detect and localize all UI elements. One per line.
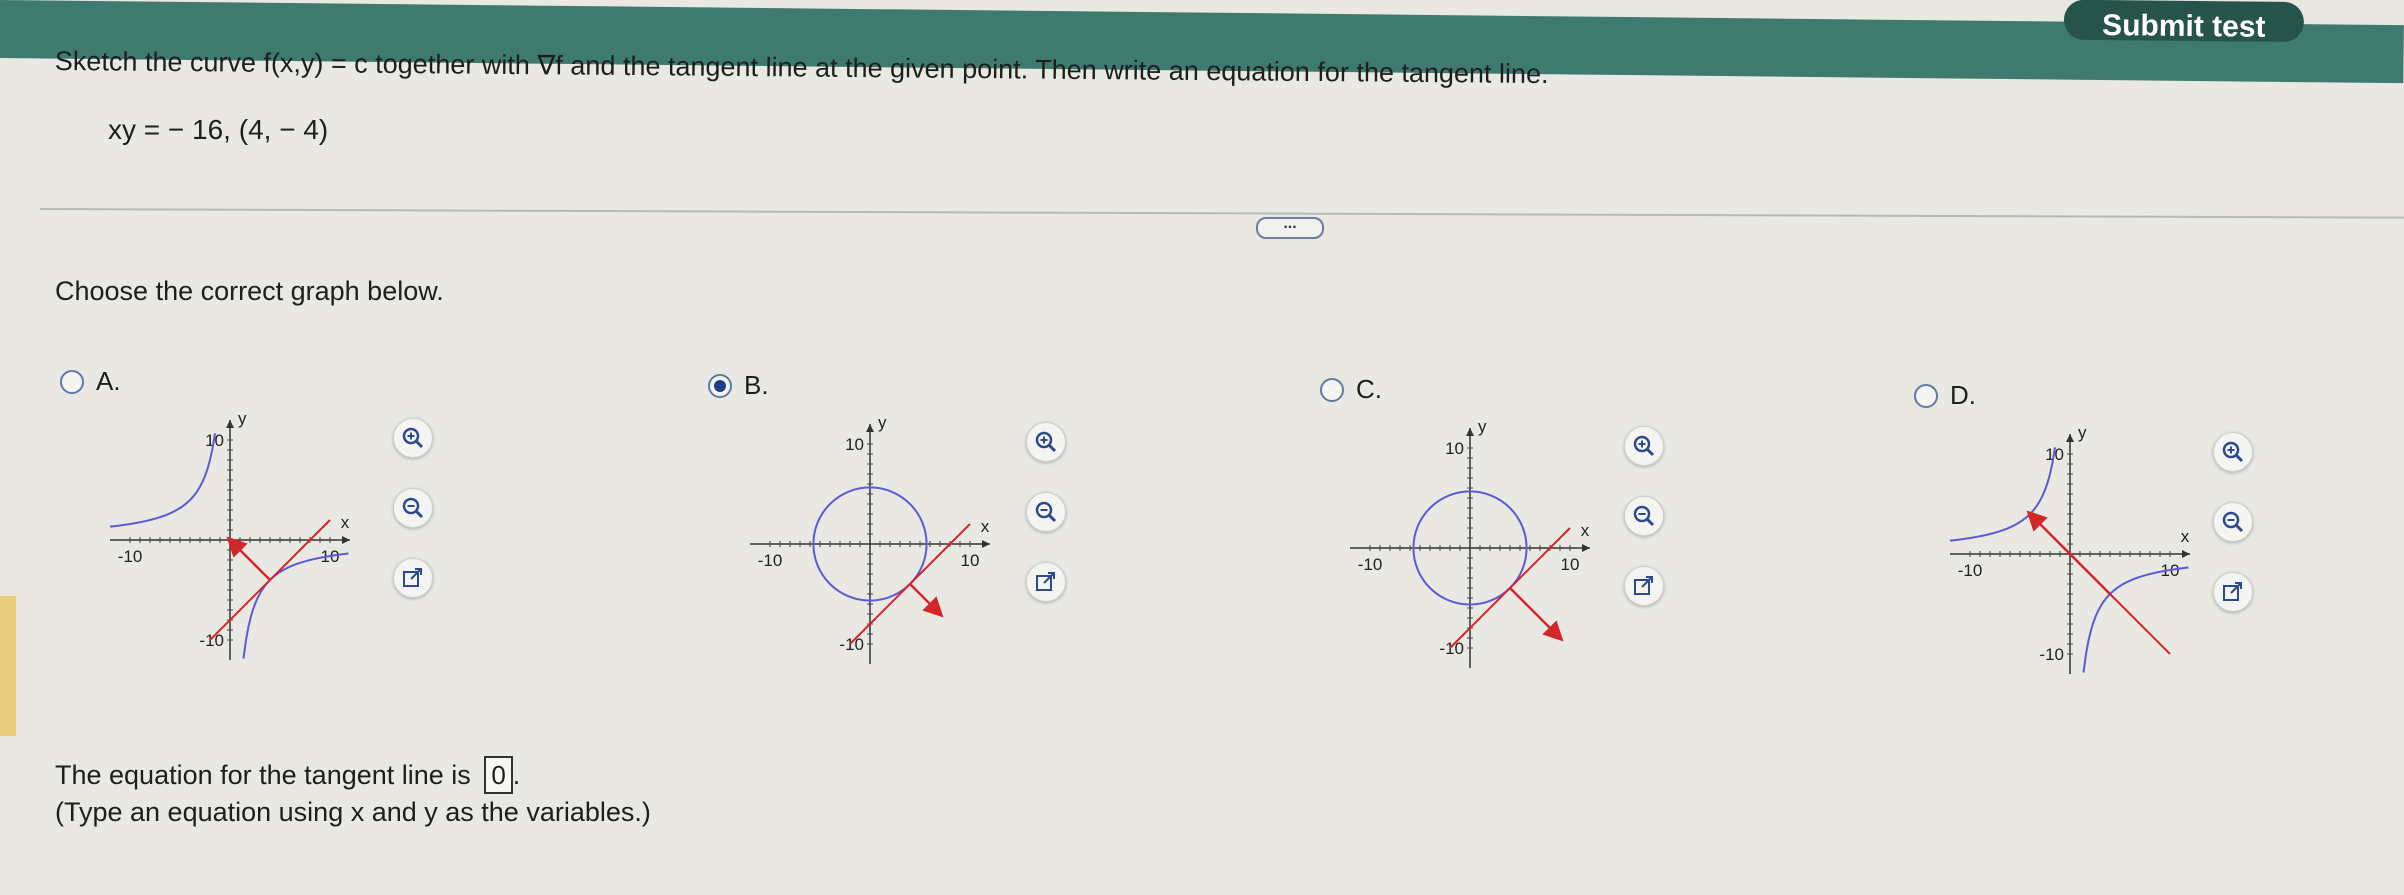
- option-d-radio[interactable]: [1914, 383, 1938, 408]
- zoom-in-button[interactable]: [393, 418, 433, 458]
- x-axis-arrow: [342, 536, 350, 544]
- option-c-graph: 10 -10 -10 10 y x: [1350, 417, 1590, 668]
- y-min-tick-label: -10: [1439, 639, 1464, 658]
- y-min-tick-label: -10: [199, 631, 224, 650]
- x-axis-label: x: [1581, 521, 1590, 540]
- y-max-tick-label: 10: [1445, 439, 1464, 458]
- gradient-vector: [226, 536, 271, 581]
- zoom-in-icon: [402, 427, 424, 449]
- zoom-out-button[interactable]: [1624, 496, 1664, 536]
- section-divider: [39, 208, 2404, 219]
- open-graph-button[interactable]: [2213, 572, 2253, 612]
- y-max-tick-label: 10: [845, 435, 864, 454]
- answer-suffix: .: [512, 760, 521, 790]
- y-min-tick-label: -10: [839, 635, 864, 654]
- gradient-vector: [1509, 587, 1564, 642]
- option-b[interactable]: B.: [708, 370, 769, 401]
- option-b-radio[interactable]: [708, 373, 732, 398]
- open-new-window-icon: [1036, 572, 1055, 591]
- answer-hint: (Type an equation using x and y as the v…: [55, 797, 651, 827]
- zoom-out-icon: [402, 497, 424, 519]
- answer-row: The equation for the tangent line is 0.: [55, 756, 520, 794]
- question-equation: xy = − 16, (4, − 4): [108, 114, 329, 145]
- zoom-out-button[interactable]: [2213, 502, 2253, 542]
- choose-graph-prompt: Choose the correct graph below.: [55, 276, 444, 306]
- x-min-tick-label: -10: [118, 547, 143, 566]
- x-axis-arrow: [1582, 544, 1590, 552]
- zoom-out-button[interactable]: [1026, 492, 1066, 532]
- x-axis-label: x: [341, 513, 350, 532]
- option-a-radio[interactable]: [60, 369, 84, 394]
- zoom-in-button[interactable]: [2213, 432, 2253, 472]
- zoom-in-button[interactable]: [1026, 422, 1066, 462]
- open-graph-button[interactable]: [393, 558, 433, 598]
- gradient-vector: [909, 583, 944, 618]
- option-c-radio[interactable]: [1320, 377, 1344, 402]
- option-a[interactable]: A.: [60, 366, 121, 397]
- y-axis-label: y: [2078, 423, 2087, 442]
- zoom-out-icon: [1035, 501, 1057, 523]
- y-axis-label: y: [1478, 417, 1487, 436]
- level-curve-branch-left: [109, 433, 216, 528]
- x-axis-arrow: [2182, 550, 2190, 558]
- open-new-window-icon: [2223, 582, 2242, 601]
- option-b-graph: 10 -10 -10 10 y x: [750, 413, 990, 664]
- option-d-graph: 10-10-10 10yx: [1949, 423, 2190, 674]
- option-c-letter: C.: [1356, 374, 1382, 404]
- y-axis-label: y: [238, 409, 247, 428]
- option-a-graph: 10-10-10 10yx: [109, 409, 350, 660]
- submit-test-button[interactable]: Submit test: [2063, 0, 2305, 44]
- zoom-in-icon: [2222, 441, 2244, 463]
- x-min-tick-label: -10: [758, 551, 783, 570]
- option-d[interactable]: D.: [1914, 380, 1976, 411]
- x-axis-label: x: [981, 517, 990, 536]
- y-axis-arrow: [2066, 434, 2074, 442]
- x-axis-label: x: [2181, 527, 2190, 546]
- zoom-in-button[interactable]: [1624, 426, 1664, 466]
- open-new-window-icon: [403, 568, 422, 587]
- y-axis-label: y: [878, 413, 887, 432]
- x-max-tick-label: 10: [961, 551, 980, 570]
- expand-more-button[interactable]: ...: [1256, 216, 1324, 239]
- y-axis-arrow: [866, 424, 874, 432]
- x-axis-arrow: [982, 540, 990, 548]
- open-new-window-icon: [1634, 576, 1653, 595]
- y-min-tick-label: -10: [2039, 645, 2064, 664]
- open-graph-button[interactable]: [1624, 566, 1664, 606]
- zoom-in-icon: [1035, 431, 1057, 453]
- open-graph-button[interactable]: [1026, 562, 1066, 602]
- option-c[interactable]: C.: [1320, 374, 1382, 405]
- option-b-letter: B.: [744, 370, 769, 400]
- x-min-tick-label: -10: [1358, 555, 1383, 574]
- option-d-letter: D.: [1950, 380, 1976, 410]
- zoom-in-icon: [1633, 435, 1655, 457]
- zoom-out-icon: [1633, 505, 1655, 527]
- x-min-tick-label: -10: [1958, 561, 1983, 580]
- left-accent-strip: [0, 596, 16, 736]
- zoom-out-button[interactable]: [393, 488, 433, 528]
- tangent-equation-input[interactable]: 0: [484, 756, 513, 794]
- option-a-letter: A.: [96, 366, 121, 396]
- answer-label: The equation for the tangent line is: [55, 760, 471, 790]
- y-axis-arrow: [226, 420, 234, 428]
- x-max-tick-label: 10: [1561, 555, 1580, 574]
- y-axis-arrow: [1466, 428, 1474, 436]
- zoom-out-icon: [2222, 511, 2244, 533]
- level-curve-branch-left: [1949, 447, 2056, 542]
